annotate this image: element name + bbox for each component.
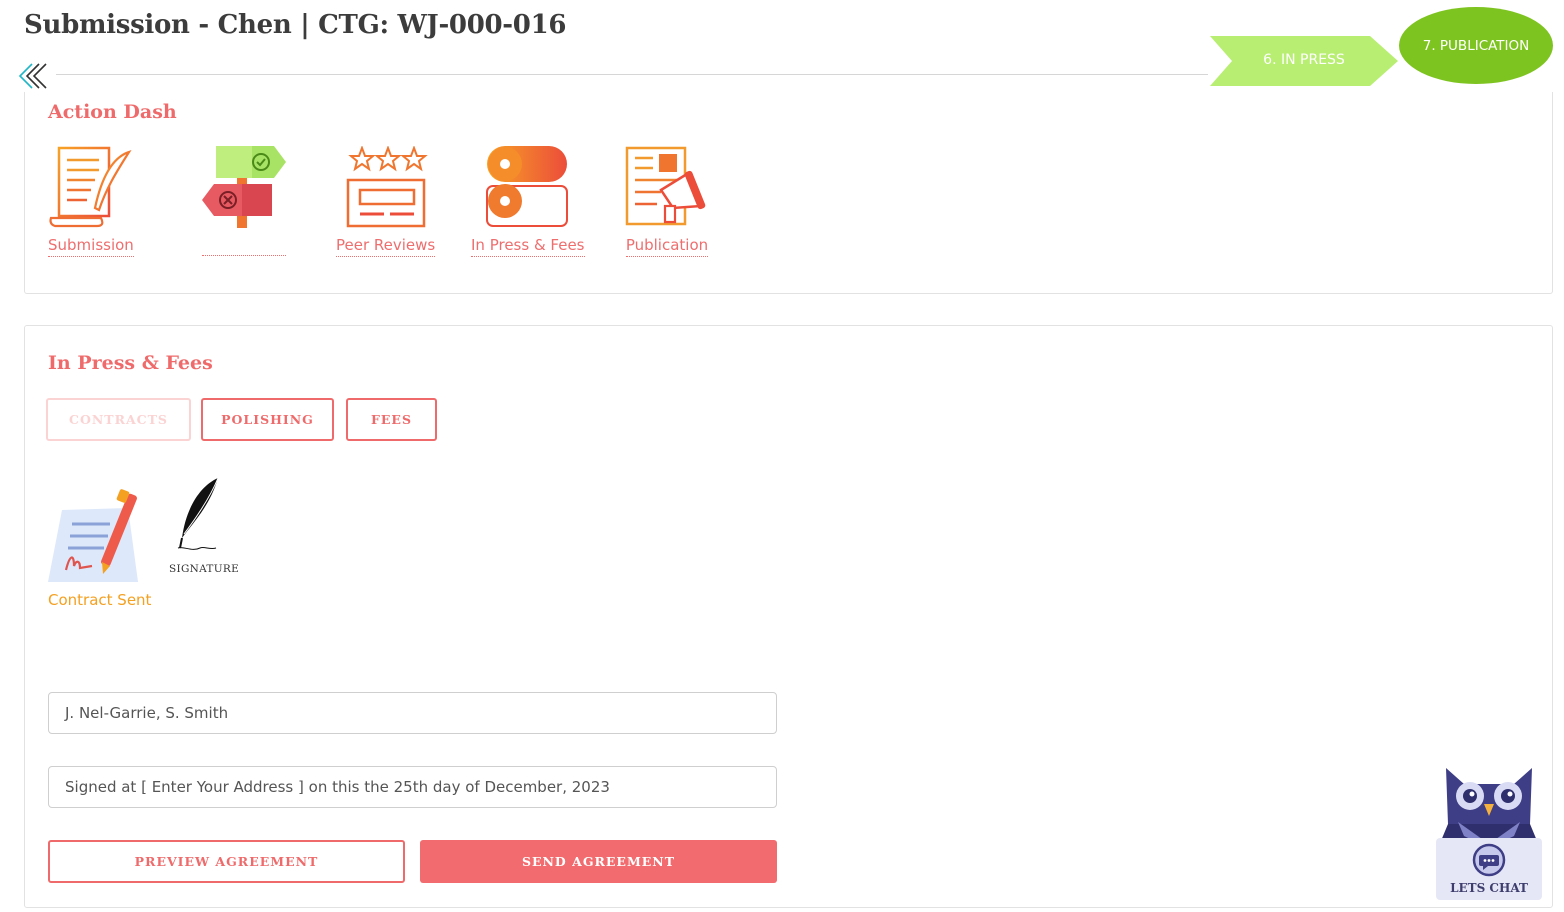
stage-in-press-label: 6. IN PRESS (1263, 52, 1345, 68)
dash-item-label: In Press & Fees (471, 236, 585, 257)
dash-item-publication[interactable]: Publication (625, 146, 709, 257)
signature-label: SIGNATURE (169, 563, 240, 575)
feather-signature-icon (177, 477, 219, 550)
dash-item-label: Peer Reviews (336, 236, 436, 257)
dash-item-in-press[interactable]: In Press & Fees (471, 146, 585, 257)
contract-pen-icon (48, 489, 138, 582)
dash-item-label: Submission (48, 236, 134, 257)
dash-item-decision[interactable] (202, 146, 286, 256)
action-dash-title: Action Dash (48, 101, 177, 123)
stage-publication[interactable]: 7. PUBLICATION (1399, 7, 1553, 84)
dash-item-peer-reviews[interactable]: Peer Reviews (336, 146, 436, 257)
preview-agreement-button[interactable]: PREVIEW AGREEMENT (48, 840, 405, 883)
contract-sent-label[interactable]: Contract Sent (48, 591, 151, 609)
page-title: Submission - Chen | CTG: WJ-000-016 (24, 10, 567, 40)
star-review-icon (346, 146, 428, 228)
stage-in-press[interactable]: 6. IN PRESS (1210, 36, 1398, 86)
contract-sent-tile[interactable] (48, 488, 148, 589)
tab-fees[interactable]: FEES (346, 398, 437, 441)
dash-item-submission[interactable]: Submission (48, 146, 134, 257)
tab-polishing[interactable]: POLISHING (201, 398, 334, 441)
signed-location-field[interactable]: Signed at [ Enter Your Address ] on this… (48, 766, 777, 808)
decision-signpost-icon (202, 146, 286, 228)
dash-item-label (202, 236, 286, 256)
author-field[interactable]: J. Nel-Garrie, S. Smith (48, 692, 777, 734)
in-press-title: In Press & Fees (48, 352, 213, 374)
tab-contracts[interactable]: CONTRACTS (46, 398, 191, 441)
chat-widget[interactable]: LETS CHAT (1434, 764, 1544, 902)
press-rolls-icon (485, 146, 568, 227)
double-chevron-left-icon[interactable] (18, 62, 48, 90)
publication-megaphone-icon (625, 146, 706, 226)
chat-label: LETS CHAT (1450, 881, 1528, 895)
dash-item-label: Publication (625, 236, 709, 257)
title-divider (56, 74, 1208, 75)
manuscript-quill-icon (49, 146, 132, 228)
send-agreement-button[interactable]: SEND AGREEMENT (420, 840, 777, 883)
